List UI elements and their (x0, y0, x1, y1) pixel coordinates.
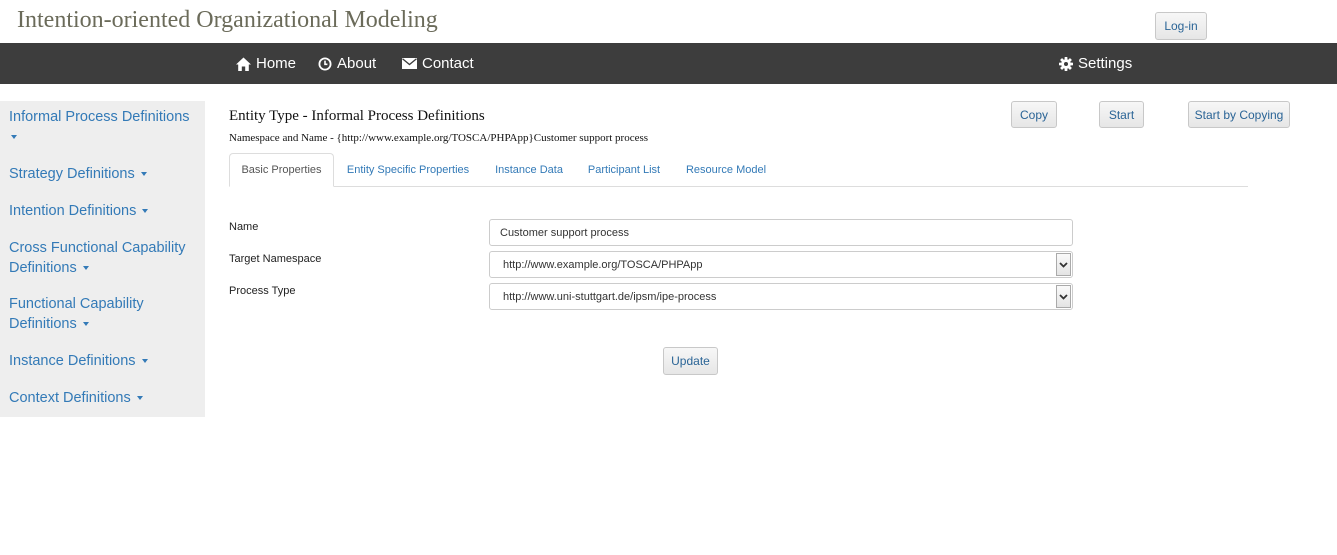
chevron-down-icon[interactable] (1056, 285, 1071, 308)
nav-about-label: About (337, 55, 377, 72)
page-title: Entity Type - Informal Process Definitio… (229, 108, 485, 124)
copy-button[interactable]: Copy (1011, 101, 1057, 128)
nav-about[interactable]: About (318, 43, 376, 84)
caret-down-icon (82, 265, 89, 270)
nav-home-label: Home (256, 55, 297, 72)
nav-settings-label: Settings (1078, 55, 1133, 72)
caret-down-icon (82, 321, 89, 326)
process-type-label: Process Type (229, 285, 296, 297)
start-button[interactable]: Start (1099, 101, 1144, 128)
sidebar-item-context-definitions[interactable]: Context Definitions (9, 389, 199, 409)
top-navbar: Home About Contact Settings (0, 43, 1337, 84)
caret-down-icon (141, 359, 148, 364)
nav-contact[interactable]: Contact (402, 43, 474, 84)
start-by-copying-button[interactable]: Start by Copying (1188, 101, 1290, 128)
sidebar-item-instance-definitions[interactable]: Instance Definitions (9, 352, 199, 372)
update-button[interactable]: Update (663, 347, 718, 375)
tab-resource-model[interactable]: Resource Model (675, 153, 777, 187)
target-namespace-label: Target Namespace (229, 253, 322, 265)
nav-settings[interactable]: Settings (1059, 43, 1132, 84)
sidebar-item-intention-definitions[interactable]: Intention Definitions (9, 202, 199, 222)
caret-down-icon (11, 134, 17, 139)
process-type-select[interactable]: http://www.uni-stuttgart.de/ipsm/ipe-pro… (489, 283, 1073, 310)
app-brand-title: Intention-oriented Organizational Modeli… (17, 7, 438, 33)
target-namespace-value: http://www.example.org/TOSCA/PHPApp (503, 259, 703, 271)
chevron-down-icon[interactable] (1056, 253, 1071, 276)
process-type-value: http://www.uni-stuttgart.de/ipsm/ipe-pro… (503, 291, 717, 303)
home-icon (236, 57, 251, 71)
sidebar-item-functional-capability-definitions[interactable]: Functional Capability Definitions (9, 295, 199, 334)
tab-entity-specific-properties[interactable]: Entity Specific Properties (336, 153, 480, 187)
target-namespace-select[interactable]: http://www.example.org/TOSCA/PHPApp (489, 251, 1073, 278)
caret-down-icon (142, 209, 149, 214)
nav-contact-label: Contact (422, 55, 474, 72)
sidebar: Informal Process Definitions Strategy De… (0, 101, 205, 417)
tab-participant-list[interactable]: Participant List (577, 153, 671, 187)
caret-down-icon (136, 396, 143, 401)
sidebar-item-strategy-definitions[interactable]: Strategy Definitions (9, 165, 199, 185)
name-input[interactable] (489, 219, 1073, 246)
sidebar-item-cross-functional-capability-definitions[interactable]: Cross Functional Capability Definitions (9, 239, 199, 278)
sidebar-item-informal-process-definitions[interactable]: Informal Process Definitions (9, 108, 199, 147)
tab-basic-properties[interactable]: Basic Properties (229, 153, 334, 187)
nav-home[interactable]: Home (236, 43, 296, 84)
login-button[interactable]: Log-in (1155, 12, 1207, 40)
namespace-and-name: Namespace and Name - {http://www.example… (229, 132, 649, 144)
name-label: Name (229, 221, 259, 233)
tab-instance-data[interactable]: Instance Data (484, 153, 574, 187)
gear-icon (1059, 56, 1073, 71)
envelope-icon (402, 58, 417, 69)
clock-icon (318, 57, 332, 71)
caret-down-icon (140, 172, 147, 177)
